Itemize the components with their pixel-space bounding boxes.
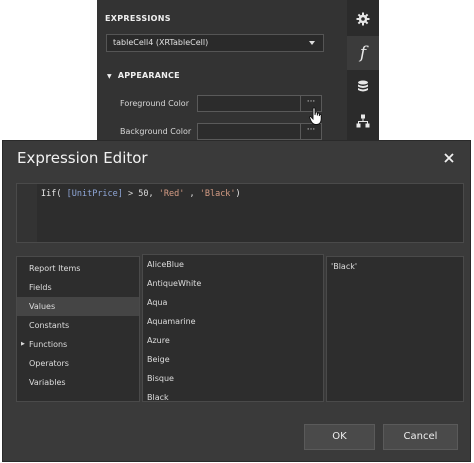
tab-data-source[interactable] bbox=[347, 70, 379, 104]
values-list: AliceBlue AntiqueWhite Aqua Aquamarine A… bbox=[142, 254, 324, 402]
code-string-black: 'Black' bbox=[199, 189, 236, 199]
category-item-constants[interactable]: Constants bbox=[17, 316, 139, 335]
category-label: Values bbox=[29, 302, 56, 311]
tab-expressions[interactable]: f bbox=[347, 36, 379, 70]
foreground-color-label: Foreground Color bbox=[120, 99, 189, 108]
expand-arrow-icon: ▶ bbox=[21, 341, 25, 347]
category-label: Operators bbox=[29, 359, 69, 368]
target-select[interactable]: tableCell4 (XRTableCell) bbox=[106, 34, 324, 52]
gear-icon bbox=[356, 12, 370, 26]
tab-properties[interactable] bbox=[347, 2, 379, 36]
ok-button[interactable]: OK bbox=[304, 424, 375, 450]
list-item[interactable]: Aquamarine bbox=[143, 312, 323, 331]
list-item[interactable]: Azure bbox=[143, 331, 323, 350]
list-item[interactable]: Black bbox=[143, 388, 323, 401]
code-string-red: 'Red' bbox=[158, 189, 185, 199]
category-item-values[interactable]: Values bbox=[17, 297, 139, 316]
category-item-operators[interactable]: Operators bbox=[17, 354, 139, 373]
chevron-down-icon bbox=[309, 41, 315, 45]
category-label: Fields bbox=[29, 283, 52, 292]
appearance-section-title: APPEARANCE bbox=[117, 71, 180, 80]
expressions-heading: EXPRESSIONS bbox=[105, 14, 171, 23]
code-field: [UnitPrice] bbox=[66, 189, 123, 199]
category-item-functions[interactable]: ▶ Functions bbox=[17, 335, 139, 354]
tab-report-explorer[interactable] bbox=[347, 104, 379, 138]
mouse-pointer-icon bbox=[309, 107, 322, 125]
list-item[interactable]: Beige bbox=[143, 350, 323, 369]
category-label: Variables bbox=[29, 378, 66, 387]
expression-editor-dialog: Expression Editor Iif( [UnitPrice] > 50,… bbox=[3, 141, 470, 461]
category-label: Report Items bbox=[29, 264, 81, 273]
category-label: Constants bbox=[29, 321, 70, 330]
category-list: Report Items Fields Values Constants ▶ Fu… bbox=[16, 256, 140, 402]
category-item-variables[interactable]: Variables bbox=[17, 373, 139, 392]
list-item[interactable]: Aqua bbox=[143, 293, 323, 312]
editor-gutter bbox=[17, 184, 37, 242]
database-icon bbox=[358, 80, 368, 92]
side-tab-bar: f bbox=[347, 0, 379, 150]
code-operator: > 50, bbox=[128, 189, 154, 199]
collapse-triangle-icon: ▼ bbox=[107, 73, 112, 80]
code-function: Iif( bbox=[41, 189, 62, 199]
description-text: 'Black' bbox=[331, 262, 358, 271]
expression-code: Iif( [UnitPrice] > 50, 'Red' , 'Black') bbox=[41, 189, 241, 199]
foreground-color-input[interactable]: ··· bbox=[197, 95, 322, 112]
list-item[interactable]: Bisque bbox=[143, 369, 323, 388]
category-item-report-items[interactable]: Report Items bbox=[17, 259, 139, 278]
cancel-button[interactable]: Cancel bbox=[383, 424, 458, 450]
target-select-value: tableCell4 (XRTableCell) bbox=[113, 38, 209, 47]
category-label: Functions bbox=[29, 340, 68, 349]
background-color-input[interactable]: ··· bbox=[197, 123, 322, 140]
appearance-section[interactable]: ▼ APPEARANCE bbox=[107, 71, 180, 80]
category-item-fields[interactable]: Fields bbox=[17, 278, 139, 297]
dialog-title: Expression Editor bbox=[17, 149, 148, 167]
code-close-paren: ) bbox=[235, 189, 241, 199]
description-panel: 'Black' bbox=[326, 256, 464, 402]
background-color-label: Background Color bbox=[120, 127, 192, 136]
properties-panel: EXPRESSIONS tableCell4 (XRTableCell) ▼ AP… bbox=[97, 0, 347, 150]
close-icon[interactable] bbox=[442, 151, 456, 165]
list-item[interactable]: AntiqueWhite bbox=[143, 274, 323, 293]
expression-input[interactable]: Iif( [UnitPrice] > 50, 'Red' , 'Black') bbox=[16, 183, 464, 243]
function-icon: f bbox=[359, 43, 367, 63]
code-comma: , bbox=[189, 189, 195, 199]
list-item[interactable]: AliceBlue bbox=[143, 255, 323, 274]
hierarchy-icon bbox=[356, 114, 370, 128]
